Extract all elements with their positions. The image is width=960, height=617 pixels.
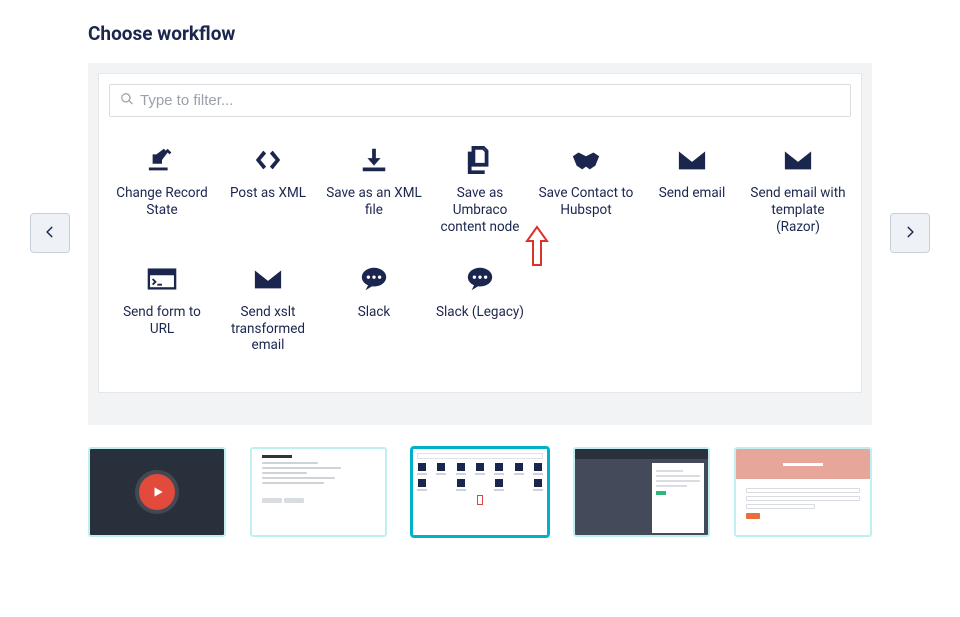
workflow-label: Post as XML bbox=[219, 185, 317, 202]
carousel-prev-button[interactable] bbox=[30, 213, 70, 253]
workflow-send-email[interactable]: Send email bbox=[639, 135, 745, 254]
gallery-thumbnails bbox=[0, 447, 960, 555]
workflow-label: Send email with template (Razor) bbox=[749, 185, 847, 236]
carousel: Change Record State Post as XML Save as … bbox=[0, 63, 960, 425]
workflow-label: Save Contact to Hubspot bbox=[537, 185, 635, 219]
video-thumb bbox=[90, 449, 224, 535]
gallery-thumb-4[interactable] bbox=[573, 447, 711, 537]
gallery-thumb-2[interactable] bbox=[250, 447, 388, 537]
code-icon bbox=[219, 143, 317, 177]
chevron-right-icon bbox=[903, 225, 917, 242]
speech-bubble-icon bbox=[431, 262, 529, 296]
workflow-label: Save as an XML file bbox=[325, 185, 423, 219]
filter-input[interactable] bbox=[140, 92, 840, 109]
workflow-label: Slack bbox=[325, 304, 423, 321]
edit-sheet-icon bbox=[113, 143, 211, 177]
workflow-send-email-razor[interactable]: Send email with template (Razor) bbox=[745, 135, 851, 254]
workflow-slack-legacy[interactable]: Slack (Legacy) bbox=[427, 254, 533, 373]
panel-background: Change Record State Post as XML Save as … bbox=[88, 63, 872, 425]
workflow-save-contact-hubspot[interactable]: Save Contact to Hubspot bbox=[533, 135, 639, 254]
page-title: Choose workflow bbox=[88, 22, 960, 45]
filter-container[interactable] bbox=[109, 84, 851, 117]
envelope-icon bbox=[219, 262, 317, 296]
speech-bubble-icon bbox=[325, 262, 423, 296]
gallery-thumb-5[interactable] bbox=[734, 447, 872, 537]
workflow-send-xslt-email[interactable]: Send xslt transformed email bbox=[215, 254, 321, 373]
gallery-thumb-1[interactable] bbox=[88, 447, 226, 537]
download-icon bbox=[325, 143, 423, 177]
workflow-send-form-url[interactable]: Send form to URL bbox=[109, 254, 215, 373]
envelope-icon bbox=[749, 143, 847, 177]
search-icon bbox=[120, 91, 134, 110]
gallery-thumb-3[interactable] bbox=[411, 447, 549, 537]
documents-icon bbox=[431, 143, 529, 177]
workflow-slack[interactable]: Slack bbox=[321, 254, 427, 373]
terminal-window-icon bbox=[113, 262, 211, 296]
carousel-next-button[interactable] bbox=[890, 213, 930, 253]
workflow-panel: Change Record State Post as XML Save as … bbox=[98, 73, 862, 393]
grid-thumb bbox=[413, 449, 547, 535]
workflow-label: Send form to URL bbox=[113, 304, 211, 338]
dark-thumb bbox=[575, 449, 709, 535]
workflow-change-record-state[interactable]: Change Record State bbox=[109, 135, 215, 254]
workflow-save-umbraco-node[interactable]: Save as Umbraco content node bbox=[427, 135, 533, 254]
workflow-label: Change Record State bbox=[113, 185, 211, 219]
handshake-icon bbox=[537, 143, 635, 177]
workflow-grid: Change Record State Post as XML Save as … bbox=[109, 135, 851, 372]
envelope-icon bbox=[643, 143, 741, 177]
workflow-label: Slack (Legacy) bbox=[431, 304, 529, 321]
workflow-label: Send email bbox=[643, 185, 741, 202]
workflow-label: Send xslt transformed email bbox=[219, 304, 317, 355]
pink-thumb bbox=[736, 449, 870, 535]
chevron-left-icon bbox=[43, 225, 57, 242]
workflow-label: Save as Umbraco content node bbox=[431, 185, 529, 236]
form-thumb bbox=[252, 449, 386, 535]
play-icon bbox=[139, 474, 175, 510]
workflow-save-xml-file[interactable]: Save as an XML file bbox=[321, 135, 427, 254]
workflow-post-as-xml[interactable]: Post as XML bbox=[215, 135, 321, 254]
